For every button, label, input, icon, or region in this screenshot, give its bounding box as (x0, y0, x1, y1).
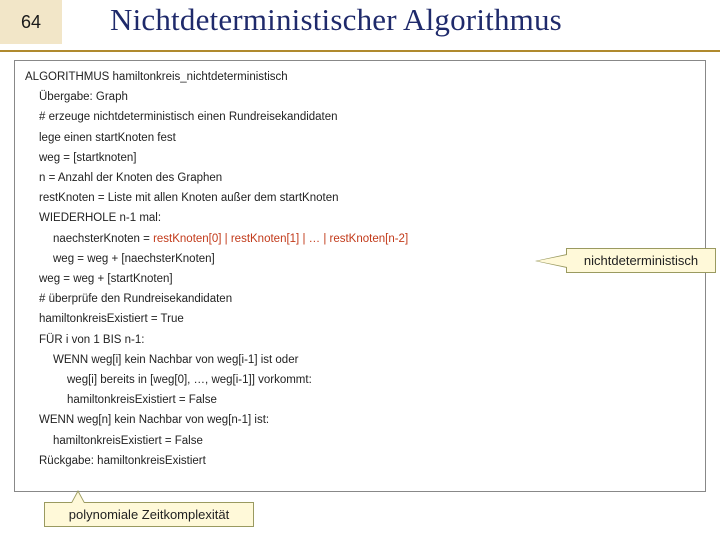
slide-number: 64 (0, 0, 62, 44)
algorithm-box: ALGORITHMUS hamiltonkreis_nichtdetermini… (14, 60, 706, 492)
algo-line: hamiltonkreisExistiert = False (25, 431, 695, 451)
algo-line: ALGORITHMUS hamiltonkreis_nichtdetermini… (25, 67, 695, 87)
callout-nichtdeterministisch: nichtdeterministisch (566, 248, 716, 273)
algo-line: FÜR i von 1 BIS n-1: (25, 330, 695, 350)
algo-line: # erzeuge nichtdeterministisch einen Run… (25, 107, 695, 127)
algo-text: naechsterKnoten = (53, 233, 153, 245)
algo-line: weg[i] bereits in [weg[0], …, weg[i-1]] … (25, 370, 695, 390)
algo-line: Übergabe: Graph (25, 87, 695, 107)
algo-line: # überprüfe den Rundreisekandidaten (25, 289, 695, 309)
algo-line: restKnoten = Liste mit allen Knoten auße… (25, 188, 695, 208)
algo-line: lege einen startKnoten fest (25, 128, 695, 148)
page-title: Nichtdeterministischer Algorithmus (110, 2, 710, 38)
algo-line: Rückgabe: hamiltonkreisExistiert (25, 451, 695, 471)
algo-line: n = Anzahl der Knoten des Graphen (25, 168, 695, 188)
slide: 64 Nichtdeterministischer Algorithmus AL… (0, 0, 720, 540)
algo-line: weg = [startknoten] (25, 148, 695, 168)
algo-line: WENN weg[n] kein Nachbar von weg[n-1] is… (25, 410, 695, 430)
slide-number-text: 64 (21, 12, 41, 33)
callout-polynomial: polynomiale Zeitkomplexität (44, 502, 254, 527)
callout-text: nichtdeterministisch (584, 253, 698, 268)
callout-text: polynomiale Zeitkomplexität (69, 507, 229, 522)
algo-nondet-choice: restKnoten[0] | restKnoten[1] | … | rest… (153, 233, 408, 245)
algo-line: hamiltonkreisExistiert = False (25, 390, 695, 410)
algo-line: WENN weg[i] kein Nachbar von weg[i-1] is… (25, 350, 695, 370)
algo-line-nondet: naechsterKnoten = restKnoten[0] | restKn… (25, 229, 695, 249)
header: 64 Nichtdeterministischer Algorithmus (0, 0, 720, 52)
algo-line: WIEDERHOLE n-1 mal: (25, 208, 695, 228)
algo-line: hamiltonkreisExistiert = True (25, 309, 695, 329)
